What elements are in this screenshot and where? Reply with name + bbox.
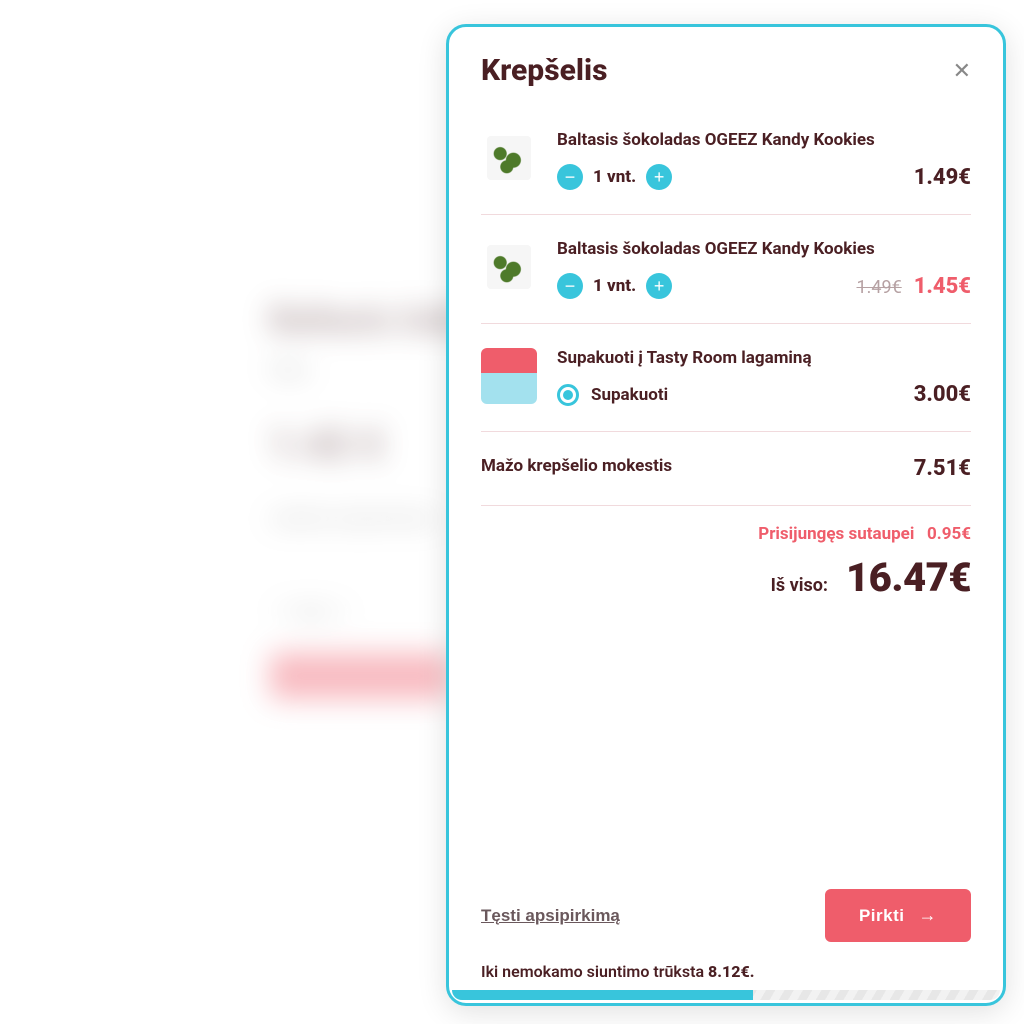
quantity-stepper: − 1 vnt. + [557, 273, 672, 299]
checkout-button[interactable]: Pirkti → [825, 889, 971, 942]
free-shipping-note: Iki nemokamo siuntimo trūksta 8.12€. [481, 962, 971, 981]
packaging-option-label: Supakuoti [591, 385, 668, 405]
ship-prefix: Iki nemokamo siuntimo trūksta [481, 962, 708, 981]
progress-fill [452, 990, 753, 1000]
packaging-thumbnail [481, 348, 537, 404]
item-sale-price: 1.45€ [914, 274, 971, 299]
small-cart-fee: Mažo krepšelio mokestis 7.51€ [481, 432, 971, 506]
item-old-price: 1.49€ [857, 277, 902, 298]
radio-selected-icon[interactable] [557, 384, 579, 406]
fee-label: Mažo krepšelio mokestis [481, 456, 672, 481]
increment-button[interactable]: + [646, 273, 672, 299]
increment-button[interactable]: + [646, 164, 672, 190]
summary: Prisijungęs sutaupei 0.95€ Iš viso: 16.4… [481, 506, 971, 601]
packaging-price: 3.00€ [914, 382, 971, 407]
cart-item: Baltasis šokoladas OGEEZ Kandy Kookies −… [481, 106, 971, 215]
decrement-button[interactable]: − [557, 164, 583, 190]
cart-items: Baltasis šokoladas OGEEZ Kandy Kookies −… [449, 98, 1003, 871]
saved-label: Prisijungęs sutaupei [758, 524, 914, 544]
item-price: 1.49€ [914, 165, 971, 190]
continue-shopping-link[interactable]: Tęsti apsipirkimą [481, 906, 620, 926]
free-shipping-progress [452, 990, 1000, 1000]
quantity-label: 1 vnt. [593, 167, 636, 187]
product-thumbnail [481, 130, 537, 186]
arrow-right-icon: → [919, 905, 938, 926]
ship-amount: 8.12€. [708, 962, 754, 981]
checkout-label: Pirkti [859, 906, 905, 926]
fee-price: 7.51€ [914, 456, 971, 481]
cart-footer: Tęsti apsipirkimą Pirkti → Iki nemokamo … [449, 871, 1003, 1003]
cart-item: Baltasis šokoladas OGEEZ Kandy Kookies −… [481, 215, 971, 324]
total-value: 16.47€ [846, 554, 971, 601]
close-icon[interactable]: ✕ [953, 58, 971, 84]
total-label: Iš viso: [771, 575, 828, 596]
packaging-option: Supakuoti į Tasty Room lagaminą Supakuot… [481, 324, 971, 432]
saved-value: 0.95€ [927, 524, 971, 544]
quantity-label: 1 vnt. [593, 276, 636, 296]
quantity-stepper: − 1 vnt. + [557, 164, 672, 190]
cart-title: Krepšelis [481, 53, 607, 88]
packaging-title: Supakuoti į Tasty Room lagaminą [557, 348, 971, 368]
product-thumbnail [481, 239, 537, 295]
item-name: Baltasis šokoladas OGEEZ Kandy Kookies [557, 130, 971, 150]
decrement-button[interactable]: − [557, 273, 583, 299]
cart-drawer: Krepšelis ✕ Baltasis šokoladas OGEEZ Kan… [446, 24, 1006, 1006]
item-name: Baltasis šokoladas OGEEZ Kandy Kookies [557, 239, 971, 259]
